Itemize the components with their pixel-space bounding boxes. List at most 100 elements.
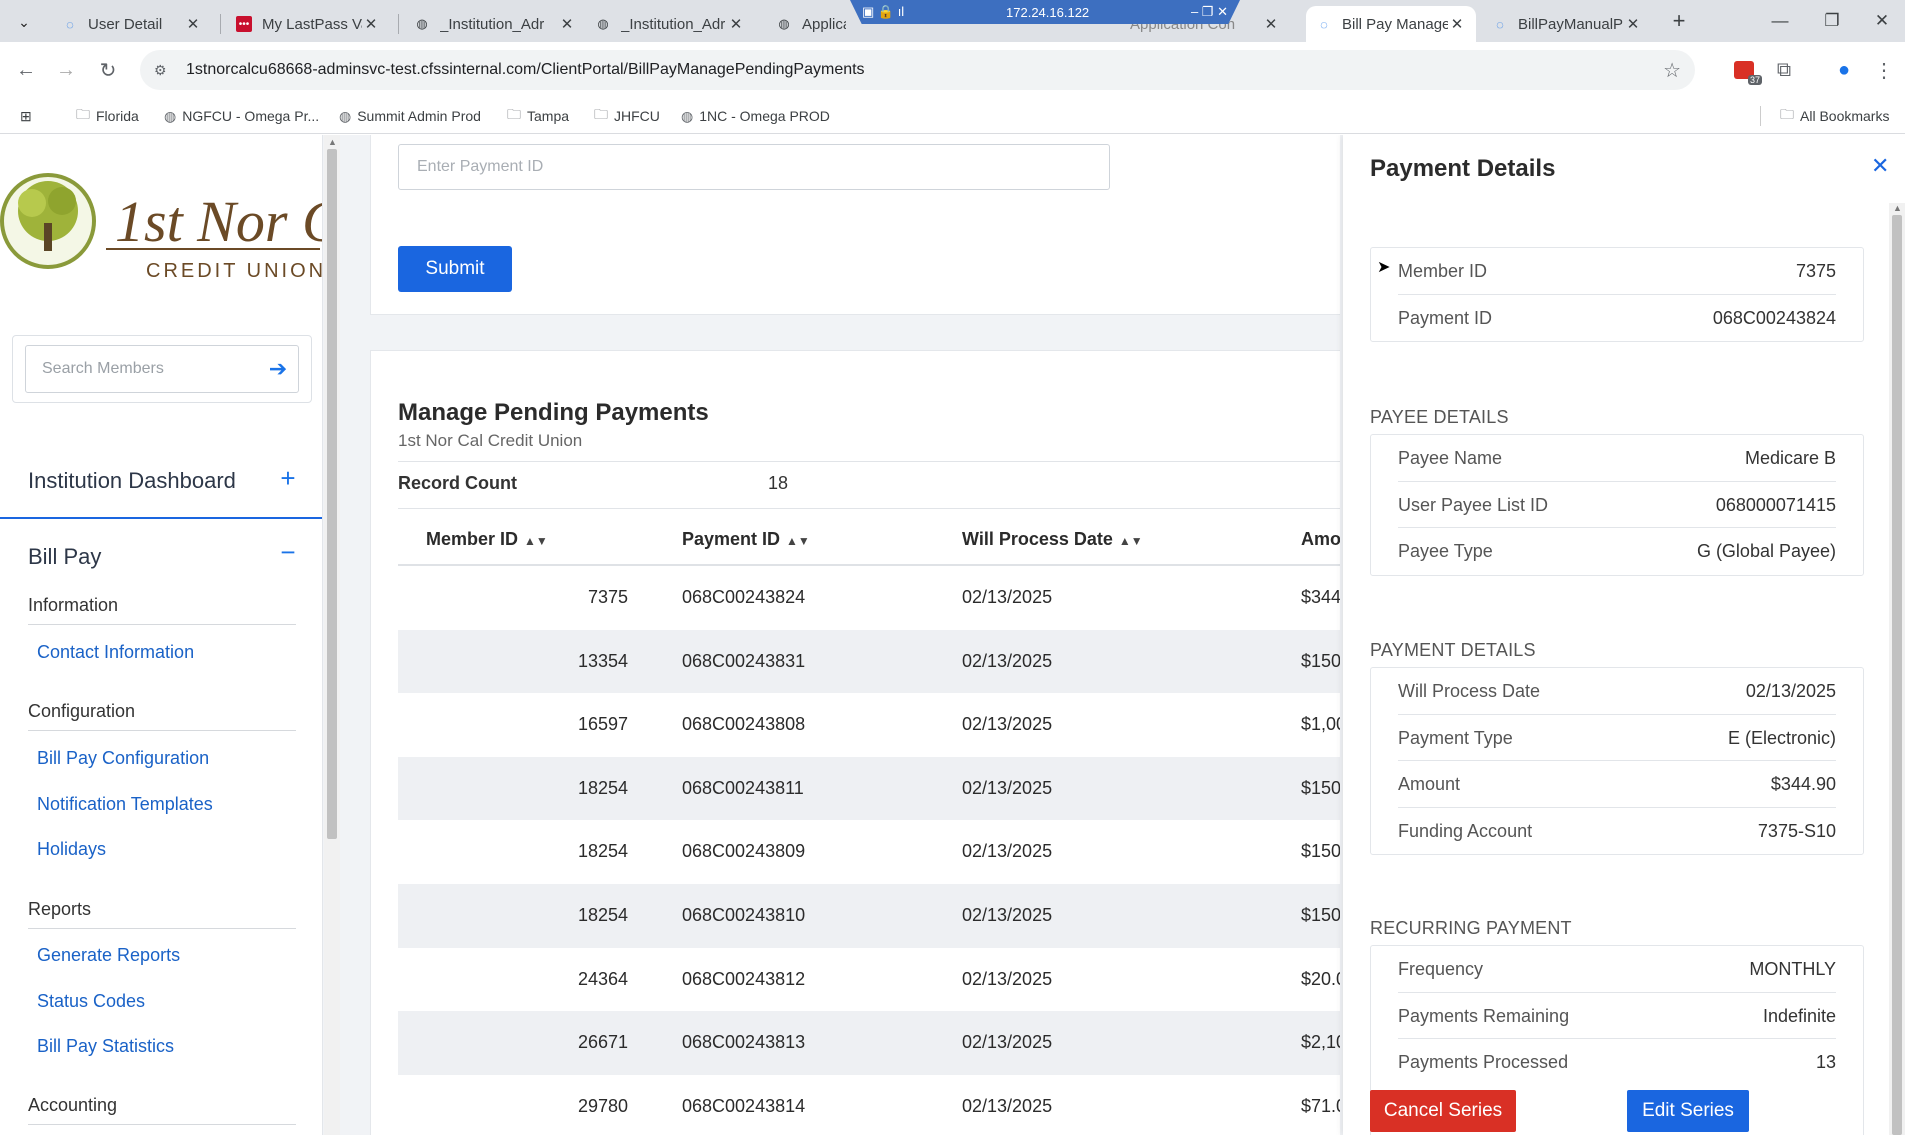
table-row[interactable]: 18254 068C00243810 02/13/2025 $150 bbox=[398, 883, 1340, 948]
detail-row: Will Process Date 02/13/2025 bbox=[1398, 668, 1836, 715]
sidebar-item-notification-templates[interactable]: Notification Templates bbox=[37, 794, 213, 815]
column-header-amount[interactable]: Amou bbox=[1301, 529, 1340, 550]
profile-avatar-icon[interactable]: ● bbox=[1828, 54, 1860, 86]
sidebar-item-status-codes[interactable]: Status Codes bbox=[37, 991, 145, 1012]
search-members-input[interactable] bbox=[26, 360, 258, 378]
close-tab-icon[interactable]: ✕ bbox=[1262, 15, 1280, 33]
cell-payment-id: 068C00243831 bbox=[682, 650, 806, 671]
cell-payment-id: 068C00243813 bbox=[682, 1032, 806, 1053]
institution-dashboard-link[interactable]: Institution Dashboard bbox=[28, 468, 236, 494]
column-header-member-id[interactable]: Member ID ▲▼ bbox=[426, 529, 548, 550]
sidebar-item-bill-pay-configuration[interactable]: Bill Pay Configuration bbox=[37, 748, 209, 769]
sidebar-group-information: Information bbox=[28, 595, 119, 615]
tab-bill-pay-manual[interactable]: ◌ BillPayManualPr ✕ bbox=[1482, 6, 1652, 42]
table-row[interactable]: 26671 068C00243813 02/13/2025 $2,10 bbox=[398, 1011, 1340, 1075]
bookmark-florida[interactable]: 🗀 Florida bbox=[76, 104, 139, 128]
tab-title: _Institution_Adr bbox=[440, 15, 545, 33]
table-row[interactable]: 18254 068C00243809 02/13/2025 $150 bbox=[398, 820, 1340, 884]
tab-institution-admin-2[interactable]: ◍ _Institution_Adr ✕ bbox=[585, 6, 755, 42]
forward-arrow-icon[interactable]: → bbox=[50, 54, 82, 86]
close-tab-icon[interactable]: ✕ bbox=[362, 15, 380, 33]
column-header-will-process-date[interactable]: Will Process Date ▲▼ bbox=[962, 529, 1143, 550]
close-tab-icon[interactable]: ✕ bbox=[184, 15, 202, 33]
bookmark-tampa[interactable]: 🗀 Tampa bbox=[507, 104, 569, 128]
restore-button[interactable]: ❐ bbox=[1812, 6, 1852, 36]
tab-search-dropdown-icon[interactable]: ⌄ bbox=[12, 10, 36, 34]
table-row[interactable]: 13354 068C00243831 02/13/2025 $150 bbox=[398, 629, 1340, 694]
detail-label: Payments Remaining bbox=[1398, 1005, 1570, 1026]
table-row[interactable]: 24364 068C00243812 02/13/2025 $20.0 bbox=[398, 948, 1340, 1012]
mouse-cursor-icon: ➤ bbox=[1377, 259, 1391, 276]
close-tab-icon[interactable]: ✕ bbox=[558, 15, 576, 33]
close-window-button[interactable]: ✕ bbox=[1862, 6, 1902, 36]
browser-tab-bar: ⌄ ◌ User Detail ✕ ••• My LastPass Vau ✕ … bbox=[0, 0, 1905, 42]
site-info-icon[interactable]: ⚙ bbox=[154, 62, 174, 79]
close-icon[interactable]: ✕ bbox=[1871, 153, 1889, 179]
scrollbar-thumb[interactable] bbox=[1892, 215, 1902, 1135]
table-row[interactable]: 18254 068C00243811 02/13/2025 $150 bbox=[398, 756, 1340, 821]
scroll-up-icon[interactable]: ▲ bbox=[328, 137, 337, 147]
tab-user-detail[interactable]: ◌ User Detail ✕ bbox=[52, 6, 212, 42]
apps-grid-icon[interactable]: ⊞ bbox=[20, 104, 32, 128]
sidebar-item-generate-reports[interactable]: Generate Reports bbox=[37, 945, 180, 966]
tab-application[interactable]: ◍ Applica bbox=[766, 6, 856, 42]
detail-label: Amount bbox=[1398, 774, 1461, 794]
extension-icon[interactable]: 37 bbox=[1728, 54, 1762, 86]
sidebar-scrollbar[interactable]: ▲ bbox=[324, 135, 340, 1135]
cell-payment-id: 068C00243814 bbox=[682, 1095, 806, 1116]
recurring-payment-heading: RECURRING PAYMENT bbox=[1370, 918, 1572, 938]
menu-kebab-icon[interactable]: ⋮ bbox=[1868, 54, 1900, 86]
tab-lastpass[interactable]: ••• My LastPass Vau ✕ bbox=[226, 6, 390, 42]
new-tab-button[interactable]: + bbox=[1665, 8, 1693, 36]
table-row[interactable]: 7375 068C00243824 02/13/2025 $344 bbox=[398, 566, 1340, 630]
expand-plus-icon[interactable]: + bbox=[273, 463, 303, 494]
cell-amount: $150 bbox=[1301, 777, 1340, 798]
remote-controls-icon[interactable]: ▣ 🔒 ıl bbox=[862, 4, 904, 20]
close-tab-icon[interactable]: ✕ bbox=[727, 15, 745, 33]
table-row[interactable]: 16597 068C00243808 02/13/2025 $1,00 bbox=[398, 693, 1340, 757]
sort-icon[interactable]: ▲▼ bbox=[1119, 534, 1143, 548]
table-row[interactable]: 29780 068C00243814 02/13/2025 $71.0 bbox=[398, 1075, 1340, 1135]
detail-label: Member ID bbox=[1398, 261, 1488, 281]
all-bookmarks[interactable]: 🗀 All Bookmarks bbox=[1780, 104, 1889, 128]
sidebar-item-bill-pay-statistics[interactable]: Bill Pay Statistics bbox=[37, 1036, 174, 1057]
back-arrow-icon[interactable]: ← bbox=[10, 54, 42, 86]
sort-icon[interactable]: ▲▼ bbox=[786, 534, 810, 548]
bookmark-ngfcu[interactable]: ◍ NGFCU - Omega Pr... bbox=[164, 104, 319, 128]
tab-bill-pay-manage[interactable]: ◌ Bill Pay Manage ✕ bbox=[1306, 6, 1476, 42]
url-bar[interactable]: ⚙ 1stnorcalcu68668-adminsvc-test.cfssint… bbox=[140, 50, 1695, 90]
payment-details-heading: PAYMENT DETAILS bbox=[1370, 640, 1536, 660]
panel-scrollbar[interactable]: ▲ bbox=[1889, 203, 1905, 1135]
reload-icon[interactable]: ↻ bbox=[92, 54, 124, 86]
minimize-button[interactable]: — bbox=[1760, 6, 1800, 36]
bookmark-star-icon[interactable]: ☆ bbox=[1663, 58, 1681, 83]
sidebar-group-configuration: Configuration bbox=[28, 701, 136, 721]
cancel-series-button[interactable]: Cancel Series bbox=[1370, 1090, 1516, 1132]
bookmark-jhfcu[interactable]: 🗀 JHFCU bbox=[594, 104, 660, 128]
collapse-minus-icon[interactable]: − bbox=[273, 537, 303, 568]
detail-value: MONTHLY bbox=[1749, 959, 1836, 979]
edit-series-button[interactable]: Edit Series bbox=[1627, 1090, 1749, 1132]
page: 1st Nor Cal CREDIT UNION ➔ Institution D… bbox=[0, 135, 1905, 1135]
scrollbar-thumb[interactable] bbox=[327, 149, 337, 839]
remote-window-controls[interactable]: – ❐ ✕ bbox=[1191, 4, 1228, 20]
bookmark-summit[interactable]: ◍ Summit Admin Prod bbox=[339, 104, 481, 128]
close-tab-icon[interactable]: ✕ bbox=[1624, 15, 1642, 33]
header-label: Will Process Date bbox=[962, 529, 1113, 549]
payment-id-input[interactable] bbox=[398, 144, 1110, 190]
bill-pay-section[interactable]: Bill Pay bbox=[28, 544, 101, 570]
arrow-right-icon[interactable]: ➔ bbox=[258, 356, 298, 382]
cell-member-id: 26671 bbox=[577, 1032, 628, 1053]
payment-search-card: Submit bbox=[370, 135, 1340, 315]
sidebar-item-contact-information[interactable]: Contact Information bbox=[37, 642, 194, 663]
bookmark-1nc[interactable]: ◍ 1NC - Omega PROD bbox=[681, 104, 830, 128]
submit-button[interactable]: Submit bbox=[398, 246, 512, 292]
extensions-puzzle-icon[interactable]: ⧉ bbox=[1768, 54, 1800, 86]
cell-will-process-date: 02/13/2025 bbox=[962, 587, 1053, 607]
page-title: Manage Pending Payments bbox=[398, 399, 709, 426]
sort-icon[interactable]: ▲▼ bbox=[524, 534, 548, 548]
sidebar-item-holidays[interactable]: Holidays bbox=[37, 839, 106, 860]
scroll-up-icon[interactable]: ▲ bbox=[1893, 203, 1902, 213]
close-tab-icon[interactable]: ✕ bbox=[1448, 15, 1466, 33]
column-header-payment-id[interactable]: Payment ID ▲▼ bbox=[682, 529, 810, 550]
